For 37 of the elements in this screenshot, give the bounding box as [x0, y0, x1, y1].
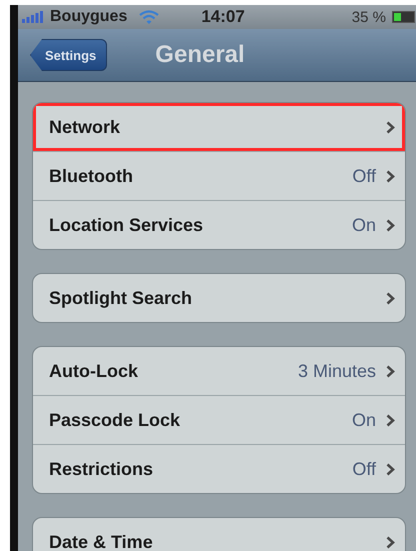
row-label: Auto-Lock: [49, 360, 139, 382]
settings-row[interactable]: Auto-Lock 3 Minutes: [33, 347, 405, 395]
settings-row[interactable]: Bluetooth Off: [33, 151, 405, 200]
chevron-icon: [386, 218, 395, 232]
chevron-icon: [386, 364, 395, 378]
row-label: Location Services: [49, 214, 204, 236]
row-label: Spotlight Search: [49, 288, 194, 308]
chevron-icon: [386, 536, 395, 548]
wifi-icon: [139, 10, 160, 24]
row-label: Bluetooth: [49, 166, 134, 186]
chevron-icon: [386, 462, 395, 476]
row-value: Off: [352, 166, 376, 186]
chevron-icon: [386, 170, 395, 182]
settings-row[interactable]: Passcode Lock On: [33, 395, 405, 444]
row-label: Network: [49, 116, 122, 138]
battery-percent: 35 %: [352, 8, 386, 26]
battery-icon: [392, 11, 416, 23]
row-value: On: [352, 214, 376, 236]
row-label: Restrictions: [49, 458, 154, 480]
screen-title: General: [155, 41, 245, 69]
row-label: Passcode Lock: [49, 410, 182, 430]
row-value: Off: [352, 458, 376, 480]
settings-row[interactable]: Network: [33, 103, 405, 151]
settings-row[interactable]: Spotlight Search: [33, 274, 405, 322]
settings-row[interactable]: Restrictions Off: [33, 444, 405, 493]
clock-time: 14:07: [201, 7, 245, 27]
settings-row[interactable]: Location Services On: [33, 200, 405, 249]
row-label: Date & Time: [49, 532, 154, 551]
row-value: 3 Minutes: [298, 360, 376, 382]
chevron-icon: [386, 120, 395, 134]
chevron-icon: [386, 414, 395, 426]
row-value: On: [352, 410, 376, 430]
carrier-name: Bouygues: [50, 8, 128, 26]
chevron-icon: [386, 292, 395, 304]
back-button[interactable]: Settings: [30, 39, 108, 71]
signal-icon: [22, 11, 44, 23]
settings-row[interactable]: Date & Time: [33, 518, 405, 551]
